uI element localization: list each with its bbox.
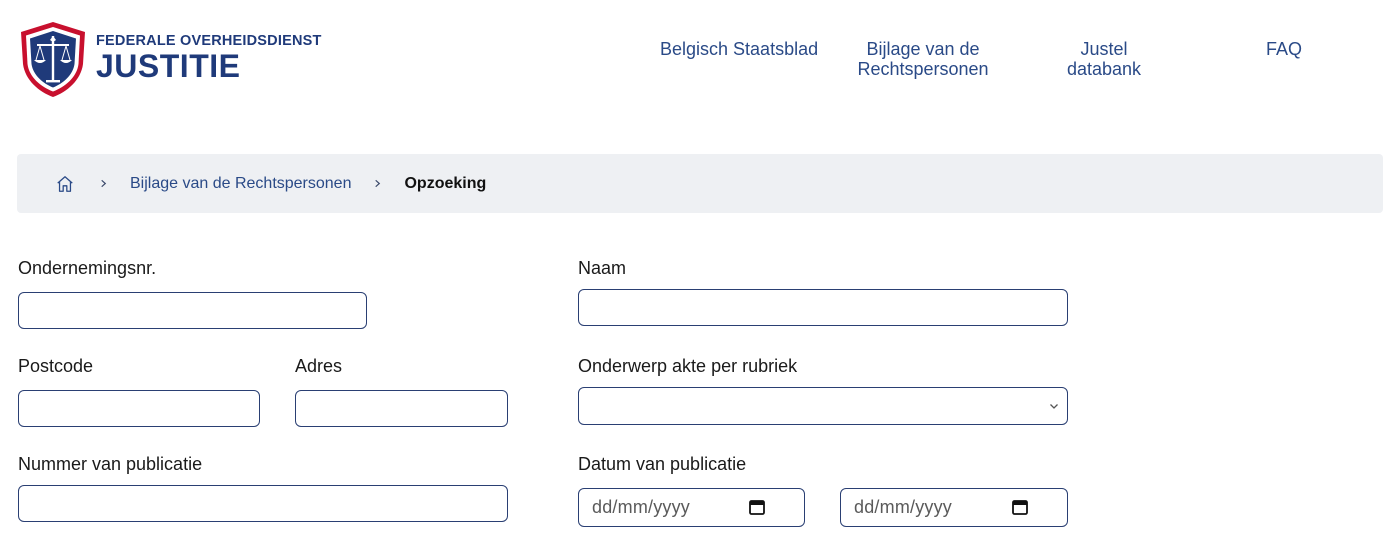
adres-input[interactable] [295,390,508,427]
calendar-icon[interactable] [1011,498,1029,516]
breadcrumb: Bijlage van de Rechtspersonen Opzoeking [17,154,1383,213]
date-from-input[interactable]: dd/mm/yyyy [578,488,805,527]
datum-label: Datum van publicatie [578,454,747,474]
nummer-input[interactable] [18,485,508,522]
nav-justel-databank[interactable]: Justel databank [1060,39,1148,79]
onderwerp-label: Onderwerp akte per rubriek [578,356,798,376]
nav-belgisch-staatsblad[interactable]: Belgisch Staatsblad [660,39,818,59]
onderwerp-select[interactable] [578,387,1068,425]
justitie-logo-shield[interactable] [17,20,89,98]
ondernemingsnr-label: Ondernemingsnr. [18,258,157,278]
chevron-right-icon [373,179,382,188]
adres-label: Adres [295,356,343,376]
nav-bijlage-rechtspersonen[interactable]: Bijlage van de Rechtspersonen [852,39,994,79]
chevron-right-icon [99,179,108,188]
calendar-icon[interactable] [748,498,766,516]
brand-name: JUSTITIE [96,48,241,84]
postcode-input[interactable] [18,390,260,427]
date-to-placeholder: dd/mm/yyyy [854,497,953,517]
breadcrumb-current: Opzoeking [404,174,487,192]
chevron-down-icon [1050,404,1058,409]
nav-faq[interactable]: FAQ [1266,39,1302,59]
brand-title[interactable]: FEDERALE OVERHEIDSDIENST JUSTITIE [96,32,322,82]
breadcrumb-link-bijlage[interactable]: Bijlage van de Rechtspersonen [130,175,351,193]
date-from-placeholder: dd/mm/yyyy [592,497,691,517]
date-to-input[interactable]: dd/mm/yyyy [840,488,1068,527]
ondernemingsnr-input[interactable] [18,292,367,329]
naam-input[interactable] [578,289,1068,326]
nummer-label: Nummer van publicatie [18,454,203,474]
home-icon[interactable] [55,173,77,195]
naam-label: Naam [578,258,627,278]
postcode-label: Postcode [18,356,94,376]
